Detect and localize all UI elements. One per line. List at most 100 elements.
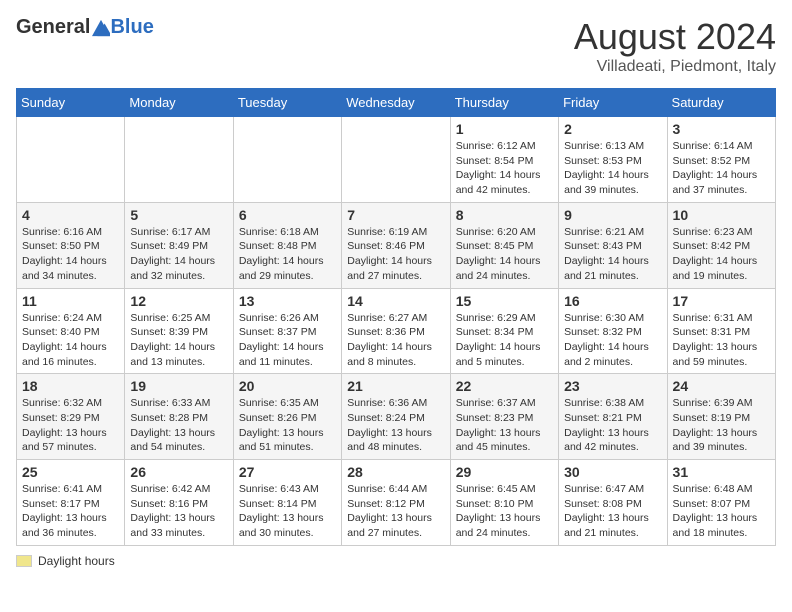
calendar-header-row: SundayMondayTuesdayWednesdayThursdayFrid… xyxy=(17,89,776,117)
location-subtitle: Villadeati, Piedmont, Italy xyxy=(574,58,776,76)
day-number: 22 xyxy=(456,378,553,394)
day-number: 17 xyxy=(673,293,770,309)
day-detail: Sunrise: 6:35 AMSunset: 8:26 PMDaylight:… xyxy=(239,396,336,455)
day-detail: Sunrise: 6:17 AMSunset: 8:49 PMDaylight:… xyxy=(130,225,227,284)
day-detail: Sunrise: 6:12 AMSunset: 8:54 PMDaylight:… xyxy=(456,139,553,198)
day-number: 31 xyxy=(673,464,770,480)
calendar-week-1: 1 Sunrise: 6:12 AMSunset: 8:54 PMDaylight… xyxy=(17,117,776,203)
day-number: 7 xyxy=(347,207,444,223)
calendar-cell: 26 Sunrise: 6:42 AMSunset: 8:16 PMDayligh… xyxy=(125,460,233,546)
calendar-cell xyxy=(342,117,450,203)
day-number: 6 xyxy=(239,207,336,223)
calendar-cell: 3 Sunrise: 6:14 AMSunset: 8:52 PMDaylight… xyxy=(667,117,775,203)
calendar-cell: 12 Sunrise: 6:25 AMSunset: 8:39 PMDayligh… xyxy=(125,288,233,374)
calendar-cell: 8Sunrise: 6:20 AMSunset: 8:45 PMDaylight… xyxy=(450,202,558,288)
calendar-cell: 1 Sunrise: 6:12 AMSunset: 8:54 PMDaylight… xyxy=(450,117,558,203)
day-number: 30 xyxy=(564,464,661,480)
day-number: 27 xyxy=(239,464,336,480)
logo-icon xyxy=(92,19,110,37)
day-detail: Sunrise: 6:42 AMSunset: 8:16 PMDaylight:… xyxy=(130,482,227,541)
day-detail: Sunrise: 6:43 AMSunset: 8:14 PMDaylight:… xyxy=(239,482,336,541)
day-detail: Sunrise: 6:14 AMSunset: 8:52 PMDaylight:… xyxy=(673,139,770,198)
calendar-cell: 25Sunrise: 6:41 AMSunset: 8:17 PMDayligh… xyxy=(17,460,125,546)
day-detail: Sunrise: 6:26 AMSunset: 8:37 PMDaylight:… xyxy=(239,311,336,370)
day-number: 28 xyxy=(347,464,444,480)
day-number: 19 xyxy=(130,378,227,394)
day-detail: Sunrise: 6:18 AMSunset: 8:48 PMDaylight:… xyxy=(239,225,336,284)
calendar-cell: 11 Sunrise: 6:24 AMSunset: 8:40 PMDayligh… xyxy=(17,288,125,374)
logo: General Blue xyxy=(16,16,154,39)
day-number: 3 xyxy=(673,121,770,137)
day-number: 18 xyxy=(22,378,119,394)
calendar-cell: 5 Sunrise: 6:17 AMSunset: 8:49 PMDaylight… xyxy=(125,202,233,288)
day-detail: Sunrise: 6:19 AMSunset: 8:46 PMDaylight:… xyxy=(347,225,444,284)
calendar-cell: 20 Sunrise: 6:35 AMSunset: 8:26 PMDayligh… xyxy=(233,374,341,460)
day-detail: Sunrise: 6:24 AMSunset: 8:40 PMDaylight:… xyxy=(22,311,119,370)
day-detail: Sunrise: 6:13 AMSunset: 8:53 PMDaylight:… xyxy=(564,139,661,198)
day-number: 29 xyxy=(456,464,553,480)
calendar-cell: 18 Sunrise: 6:32 AMSunset: 8:29 PMDayligh… xyxy=(17,374,125,460)
calendar-cell: 23 Sunrise: 6:38 AMSunset: 8:21 PMDayligh… xyxy=(559,374,667,460)
calendar-cell: 27 Sunrise: 6:43 AMSunset: 8:14 PMDayligh… xyxy=(233,460,341,546)
calendar-cell xyxy=(233,117,341,203)
day-number: 14 xyxy=(347,293,444,309)
col-header-monday: Monday xyxy=(125,89,233,117)
calendar-cell: 16 Sunrise: 6:30 AMSunset: 8:32 PMDayligh… xyxy=(559,288,667,374)
calendar-cell: 13 Sunrise: 6:26 AMSunset: 8:37 PMDayligh… xyxy=(233,288,341,374)
day-detail: Sunrise: 6:31 AMSunset: 8:31 PMDaylight:… xyxy=(673,311,770,370)
legend-label: Daylight hours xyxy=(38,554,115,568)
day-detail: Sunrise: 6:47 AMSunset: 8:08 PMDaylight:… xyxy=(564,482,661,541)
calendar-cell: 30 Sunrise: 6:47 AMSunset: 8:08 PMDayligh… xyxy=(559,460,667,546)
title-area: August 2024 Villadeati, Piedmont, Italy xyxy=(574,16,776,76)
col-header-saturday: Saturday xyxy=(667,89,775,117)
calendar-cell: 29 Sunrise: 6:45 AMSunset: 8:10 PMDayligh… xyxy=(450,460,558,546)
day-detail: Sunrise: 6:37 AMSunset: 8:23 PMDaylight:… xyxy=(456,396,553,455)
day-detail: Sunrise: 6:32 AMSunset: 8:29 PMDaylight:… xyxy=(22,396,119,455)
col-header-sunday: Sunday xyxy=(17,89,125,117)
day-detail: Sunrise: 6:48 AMSunset: 8:07 PMDaylight:… xyxy=(673,482,770,541)
day-detail: Sunrise: 6:45 AMSunset: 8:10 PMDaylight:… xyxy=(456,482,553,541)
day-number: 26 xyxy=(130,464,227,480)
day-detail: Sunrise: 6:25 AMSunset: 8:39 PMDaylight:… xyxy=(130,311,227,370)
day-detail: Sunrise: 6:38 AMSunset: 8:21 PMDaylight:… xyxy=(564,396,661,455)
col-header-thursday: Thursday xyxy=(450,89,558,117)
calendar-cell: 9Sunrise: 6:21 AMSunset: 8:43 PMDaylight… xyxy=(559,202,667,288)
day-detail: Sunrise: 6:41 AMSunset: 8:17 PMDaylight:… xyxy=(22,482,119,541)
calendar-cell: 22 Sunrise: 6:37 AMSunset: 8:23 PMDayligh… xyxy=(450,374,558,460)
day-number: 20 xyxy=(239,378,336,394)
day-number: 23 xyxy=(564,378,661,394)
page-header: General Blue August 2024 Villadeati, Pie… xyxy=(16,16,776,76)
calendar-cell: 10Sunrise: 6:23 AMSunset: 8:42 PMDayligh… xyxy=(667,202,775,288)
calendar-cell: 21Sunrise: 6:36 AMSunset: 8:24 PMDayligh… xyxy=(342,374,450,460)
day-detail: Sunrise: 6:29 AMSunset: 8:34 PMDaylight:… xyxy=(456,311,553,370)
col-header-tuesday: Tuesday xyxy=(233,89,341,117)
day-number: 8 xyxy=(456,207,553,223)
logo-blue-text: Blue xyxy=(110,16,153,39)
calendar-week-3: 11 Sunrise: 6:24 AMSunset: 8:40 PMDayligh… xyxy=(17,288,776,374)
legend: Daylight hours xyxy=(16,554,776,568)
day-number: 11 xyxy=(22,293,119,309)
day-number: 13 xyxy=(239,293,336,309)
col-header-wednesday: Wednesday xyxy=(342,89,450,117)
calendar-week-5: 25Sunrise: 6:41 AMSunset: 8:17 PMDayligh… xyxy=(17,460,776,546)
day-number: 4 xyxy=(22,207,119,223)
day-detail: Sunrise: 6:36 AMSunset: 8:24 PMDaylight:… xyxy=(347,396,444,455)
calendar-week-4: 18 Sunrise: 6:32 AMSunset: 8:29 PMDayligh… xyxy=(17,374,776,460)
day-detail: Sunrise: 6:30 AMSunset: 8:32 PMDaylight:… xyxy=(564,311,661,370)
calendar-cell: 4 Sunrise: 6:16 AMSunset: 8:50 PMDaylight… xyxy=(17,202,125,288)
day-number: 16 xyxy=(564,293,661,309)
calendar-cell: 7 Sunrise: 6:19 AMSunset: 8:46 PMDaylight… xyxy=(342,202,450,288)
calendar-cell xyxy=(125,117,233,203)
calendar-cell: 19Sunrise: 6:33 AMSunset: 8:28 PMDayligh… xyxy=(125,374,233,460)
day-number: 1 xyxy=(456,121,553,137)
day-detail: Sunrise: 6:44 AMSunset: 8:12 PMDaylight:… xyxy=(347,482,444,541)
calendar-cell: 17 Sunrise: 6:31 AMSunset: 8:31 PMDayligh… xyxy=(667,288,775,374)
day-number: 12 xyxy=(130,293,227,309)
col-header-friday: Friday xyxy=(559,89,667,117)
day-number: 5 xyxy=(130,207,227,223)
calendar-cell xyxy=(17,117,125,203)
day-number: 2 xyxy=(564,121,661,137)
calendar-cell: 28 Sunrise: 6:44 AMSunset: 8:12 PMDayligh… xyxy=(342,460,450,546)
day-number: 9 xyxy=(564,207,661,223)
day-detail: Sunrise: 6:16 AMSunset: 8:50 PMDaylight:… xyxy=(22,225,119,284)
